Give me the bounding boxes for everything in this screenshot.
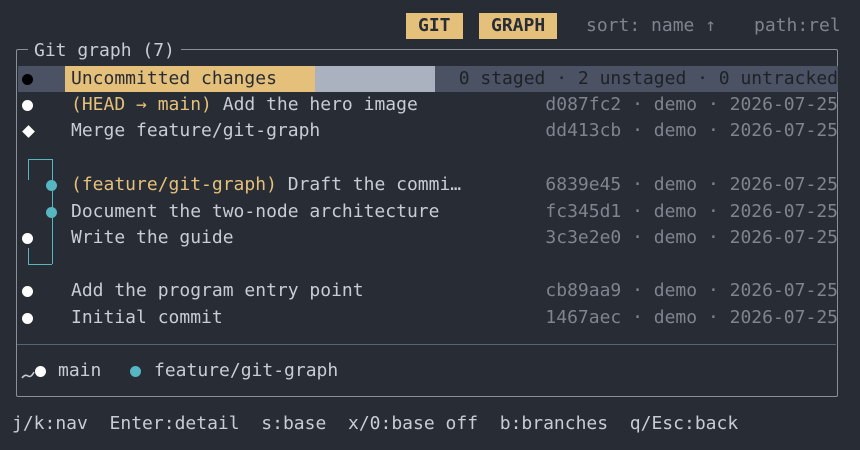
commit-meta: 3c3e2e0 · demo · 2026-07-25 bbox=[545, 227, 838, 248]
head-marker-icon bbox=[21, 371, 35, 379]
legend-feature-label: feature/git-graph bbox=[154, 360, 339, 381]
branch-line bbox=[28, 264, 52, 265]
commit-meta: 1467aec · demo · 2026-07-25 bbox=[545, 307, 838, 328]
commit-meta: fc345d1 · demo · 2026-07-25 bbox=[545, 201, 838, 222]
keybind-branches: b:branches bbox=[499, 413, 609, 434]
keybind-bar: j/k:nav Enter:detail s:base x/0:base off… bbox=[12, 411, 738, 437]
tab-git[interactable]: GIT bbox=[406, 13, 463, 39]
commit-message: Draft the commi… bbox=[276, 174, 462, 195]
commit-row[interactable]: Write the guide 3c3e2e0 · demo · 2026-07… bbox=[18, 225, 838, 251]
commit-subject: Add the program entry point bbox=[71, 280, 364, 301]
commit-message: Add the hero image bbox=[211, 94, 418, 115]
graph-node bbox=[22, 100, 33, 111]
panel-divider bbox=[17, 344, 836, 345]
panel-title: Git graph (7) bbox=[28, 38, 181, 64]
ref-label: (HEAD → main) bbox=[71, 94, 212, 115]
commit-meta: d087fc2 · demo · 2026-07-25 bbox=[545, 94, 838, 115]
commit-subject: Write the guide bbox=[71, 227, 234, 248]
commit-row[interactable]: Initial commit 1467aec · demo · 2026-07-… bbox=[18, 305, 838, 331]
selection-highlight bbox=[315, 66, 435, 92]
graph-node bbox=[22, 233, 33, 244]
commit-subject: (HEAD → main) Add the hero image bbox=[71, 92, 418, 118]
commit-subject: (feature/git-graph) Draft the commi… bbox=[71, 172, 461, 198]
commit-meta: cb89aa9 · demo · 2026-07-25 bbox=[545, 280, 838, 301]
commit-meta: 6839e45 · demo · 2026-07-25 bbox=[545, 174, 838, 195]
commit-subject: Document the two-node architecture bbox=[71, 201, 440, 222]
keybind-nav: j/k:nav bbox=[12, 413, 88, 434]
commit-subject: Merge feature/git-graph bbox=[71, 120, 321, 141]
commit-meta: dd413cb · demo · 2026-07-25 bbox=[545, 120, 838, 141]
graph-node bbox=[22, 286, 33, 297]
commit-row[interactable]: (HEAD → main) Add the hero image d087fc2… bbox=[18, 92, 838, 118]
commit-row[interactable]: Merge feature/git-graph dd413cb · demo ·… bbox=[18, 118, 838, 144]
commit-row[interactable]: Document the two-node architecture fc345… bbox=[18, 199, 838, 225]
graph-node bbox=[46, 207, 57, 218]
keybind-base-off: x/0:base off bbox=[348, 413, 479, 434]
keybind-detail: Enter:detail bbox=[109, 413, 240, 434]
ref-label: (feature/git-graph) bbox=[71, 174, 277, 195]
graph-node bbox=[22, 313, 33, 324]
legend-main-dot bbox=[35, 366, 46, 377]
keybind-base: s:base bbox=[261, 413, 327, 434]
commit-meta: 0 staged · 2 unstaged · 0 untracked bbox=[458, 68, 838, 89]
legend-main-label: main bbox=[58, 360, 102, 381]
keybind-back: q/Esc:back bbox=[629, 413, 739, 434]
graph-node bbox=[22, 74, 33, 85]
commit-subject: Uncommitted changes bbox=[71, 68, 277, 89]
commit-row-uncommitted[interactable]: Uncommitted changes 0 staged · 2 unstage… bbox=[18, 66, 838, 92]
sort-indicator[interactable]: sort: name ↑ bbox=[586, 13, 716, 39]
branch-line bbox=[28, 159, 52, 160]
legend-feature-dot bbox=[130, 366, 141, 377]
tab-graph[interactable]: GRAPH bbox=[479, 13, 558, 39]
path-mode[interactable]: path:rel bbox=[754, 13, 841, 39]
commit-row[interactable]: (feature/git-graph) Draft the commi… 683… bbox=[18, 172, 838, 198]
commit-row[interactable]: Add the program entry point cb89aa9 · de… bbox=[18, 278, 838, 304]
merge-node bbox=[22, 125, 35, 138]
graph-node bbox=[46, 180, 57, 191]
commit-subject: Initial commit bbox=[71, 307, 223, 328]
